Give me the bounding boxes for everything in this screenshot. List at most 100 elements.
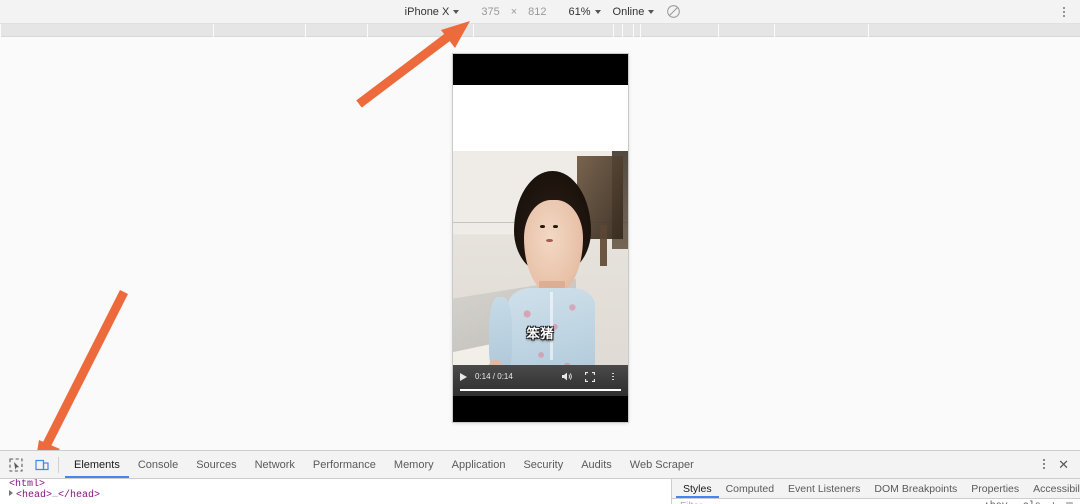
devtools-close-button[interactable]: ✕ bbox=[1053, 458, 1074, 471]
dom-node-head-open: <head> bbox=[16, 490, 52, 501]
video-caption-overlay: 笨猪 bbox=[453, 323, 628, 342]
sidebar-tab-computed[interactable]: Computed bbox=[719, 480, 781, 498]
toddler-eye-left bbox=[540, 225, 545, 228]
inspect-element-icon bbox=[9, 458, 23, 472]
chevron-down-icon bbox=[648, 10, 654, 14]
zoom-selector[interactable]: 61% bbox=[562, 2, 606, 22]
sidebar-tab-dom-breakpoints[interactable]: DOM Breakpoints bbox=[867, 480, 964, 498]
tab-sources[interactable]: Sources bbox=[187, 452, 245, 478]
ruler-tick bbox=[622, 24, 623, 37]
kebab-dot bbox=[1043, 463, 1045, 465]
ruler-tick bbox=[213, 24, 214, 37]
dom-node-html-label: <html> bbox=[9, 479, 45, 490]
dom-tree-pane[interactable]: <html> <head>…</head> bbox=[0, 479, 672, 504]
viewport-height-input[interactable]: 812 bbox=[522, 2, 552, 22]
no-throttling-icon[interactable] bbox=[666, 4, 681, 19]
kebab-dot bbox=[612, 379, 614, 381]
device-selector-label: iPhone X bbox=[405, 6, 450, 18]
viewport-width-input[interactable]: 375 bbox=[475, 2, 505, 22]
viewport-width-value: 375 bbox=[481, 6, 499, 18]
kebab-dot bbox=[1063, 7, 1065, 9]
volume-button[interactable] bbox=[559, 369, 575, 385]
kebab-dot bbox=[1063, 15, 1065, 17]
video-control-bar: 0:14 / 0:14 bbox=[453, 365, 628, 396]
page-top-black-band bbox=[453, 54, 628, 85]
dom-node-head-close: </head> bbox=[58, 490, 100, 501]
ruler-tick bbox=[613, 24, 614, 37]
kebab-dot bbox=[612, 373, 614, 375]
kebab-dot bbox=[612, 376, 614, 378]
ruler-tick bbox=[640, 24, 641, 37]
device-toolbar-icon bbox=[35, 458, 49, 472]
devtools-tab-bar: Elements Console Sources Network Perform… bbox=[0, 451, 1080, 479]
device-toolbar-more-button[interactable] bbox=[1056, 3, 1072, 21]
tab-elements[interactable]: Elements bbox=[65, 452, 129, 478]
tab-web-scraper[interactable]: Web Scraper bbox=[621, 452, 703, 478]
kebab-dot bbox=[1063, 11, 1065, 13]
ruler-tick bbox=[367, 24, 368, 37]
network-throttling-label: Online bbox=[613, 6, 645, 18]
emulated-page-viewport[interactable]: 笨猪 0:14 / 0:14 bbox=[453, 54, 628, 422]
styles-filter-input[interactable]: Filter bbox=[680, 501, 702, 504]
fullscreen-button[interactable] bbox=[582, 369, 598, 385]
styles-sidebar-tab-bar: Styles Computed Event Listeners DOM Brea… bbox=[672, 479, 1080, 499]
sidebar-tab-event-listeners[interactable]: Event Listeners bbox=[781, 480, 867, 498]
devtools-panel: Elements Console Sources Network Perform… bbox=[0, 450, 1080, 503]
device-selector[interactable]: iPhone X bbox=[399, 2, 466, 22]
kebab-dot bbox=[1043, 459, 1045, 461]
tab-memory[interactable]: Memory bbox=[385, 452, 443, 478]
scene-toddler bbox=[506, 171, 608, 396]
dom-node-html[interactable]: <html> bbox=[0, 479, 671, 490]
page-white-area bbox=[453, 85, 628, 151]
ruler-tick bbox=[305, 24, 306, 37]
page-bottom-black-band bbox=[453, 396, 628, 422]
chevron-down-icon bbox=[595, 10, 601, 14]
video-control-row: 0:14 / 0:14 bbox=[453, 365, 628, 388]
tab-security[interactable]: Security bbox=[514, 452, 572, 478]
device-emulation-toolbar: iPhone X 375 × 812 61% Online bbox=[0, 0, 1080, 24]
tab-application[interactable]: Application bbox=[443, 452, 515, 478]
tab-console[interactable]: Console bbox=[129, 452, 187, 478]
devtools-body: <html> <head>…</head> Styles Computed Ev… bbox=[0, 479, 1080, 504]
inspect-element-button[interactable] bbox=[6, 456, 26, 474]
dom-node-head[interactable]: <head>…</head> bbox=[0, 490, 671, 501]
styles-filter-controls: :hov .cls + bbox=[984, 499, 1080, 504]
kebab-dot bbox=[1043, 467, 1045, 469]
device-toolbar-toggle-button[interactable] bbox=[32, 456, 52, 474]
viewport-height-value: 812 bbox=[528, 6, 546, 18]
video-player[interactable]: 笨猪 0:14 / 0:14 bbox=[453, 151, 628, 396]
fullscreen-icon bbox=[585, 372, 595, 382]
play-icon[interactable] bbox=[460, 373, 467, 381]
network-throttling-selector[interactable]: Online bbox=[607, 2, 661, 22]
sidebar-tab-properties[interactable]: Properties bbox=[964, 480, 1026, 498]
tab-network[interactable]: Network bbox=[246, 452, 304, 478]
dimension-separator: × bbox=[506, 6, 522, 18]
hov-toggle-button[interactable]: :hov bbox=[984, 501, 1008, 504]
ruler-tick bbox=[718, 24, 719, 37]
zoom-level-label: 61% bbox=[568, 6, 590, 18]
video-frame-image: 笨猪 bbox=[453, 151, 628, 396]
sidebar-tab-accessibility[interactable]: Accessibility bbox=[1026, 480, 1080, 498]
sidebar-tab-styles[interactable]: Styles bbox=[676, 480, 719, 498]
video-more-button[interactable] bbox=[605, 369, 621, 385]
new-style-rule-button[interactable]: + bbox=[1050, 499, 1057, 504]
toddler-eye-right bbox=[553, 225, 558, 228]
ruler-tick bbox=[473, 24, 474, 37]
viewport-ruler[interactable] bbox=[0, 24, 1080, 37]
video-progress-fill bbox=[460, 389, 621, 391]
ruler-tick bbox=[633, 24, 634, 37]
video-progress-bar[interactable] bbox=[460, 389, 621, 391]
expand-triangle-icon[interactable] bbox=[9, 490, 13, 496]
cls-toggle-button[interactable]: .cls bbox=[1017, 501, 1041, 504]
devtools-more-button[interactable] bbox=[1037, 455, 1051, 473]
tab-performance[interactable]: Performance bbox=[304, 452, 385, 478]
emulated-viewport-stage: 笨猪 0:14 / 0:14 bbox=[0, 37, 1080, 450]
chevron-down-icon bbox=[453, 10, 459, 14]
tab-audits[interactable]: Audits bbox=[572, 452, 621, 478]
devtools-window: iPhone X 375 × 812 61% Online bbox=[0, 0, 1080, 503]
video-time-display: 0:14 / 0:14 bbox=[475, 372, 513, 381]
ruler-tick bbox=[868, 24, 869, 37]
kebab-menu-icon bbox=[612, 373, 614, 381]
device-toolbar-controls: iPhone X 375 × 812 61% Online bbox=[0, 0, 1080, 24]
volume-icon bbox=[561, 371, 573, 382]
